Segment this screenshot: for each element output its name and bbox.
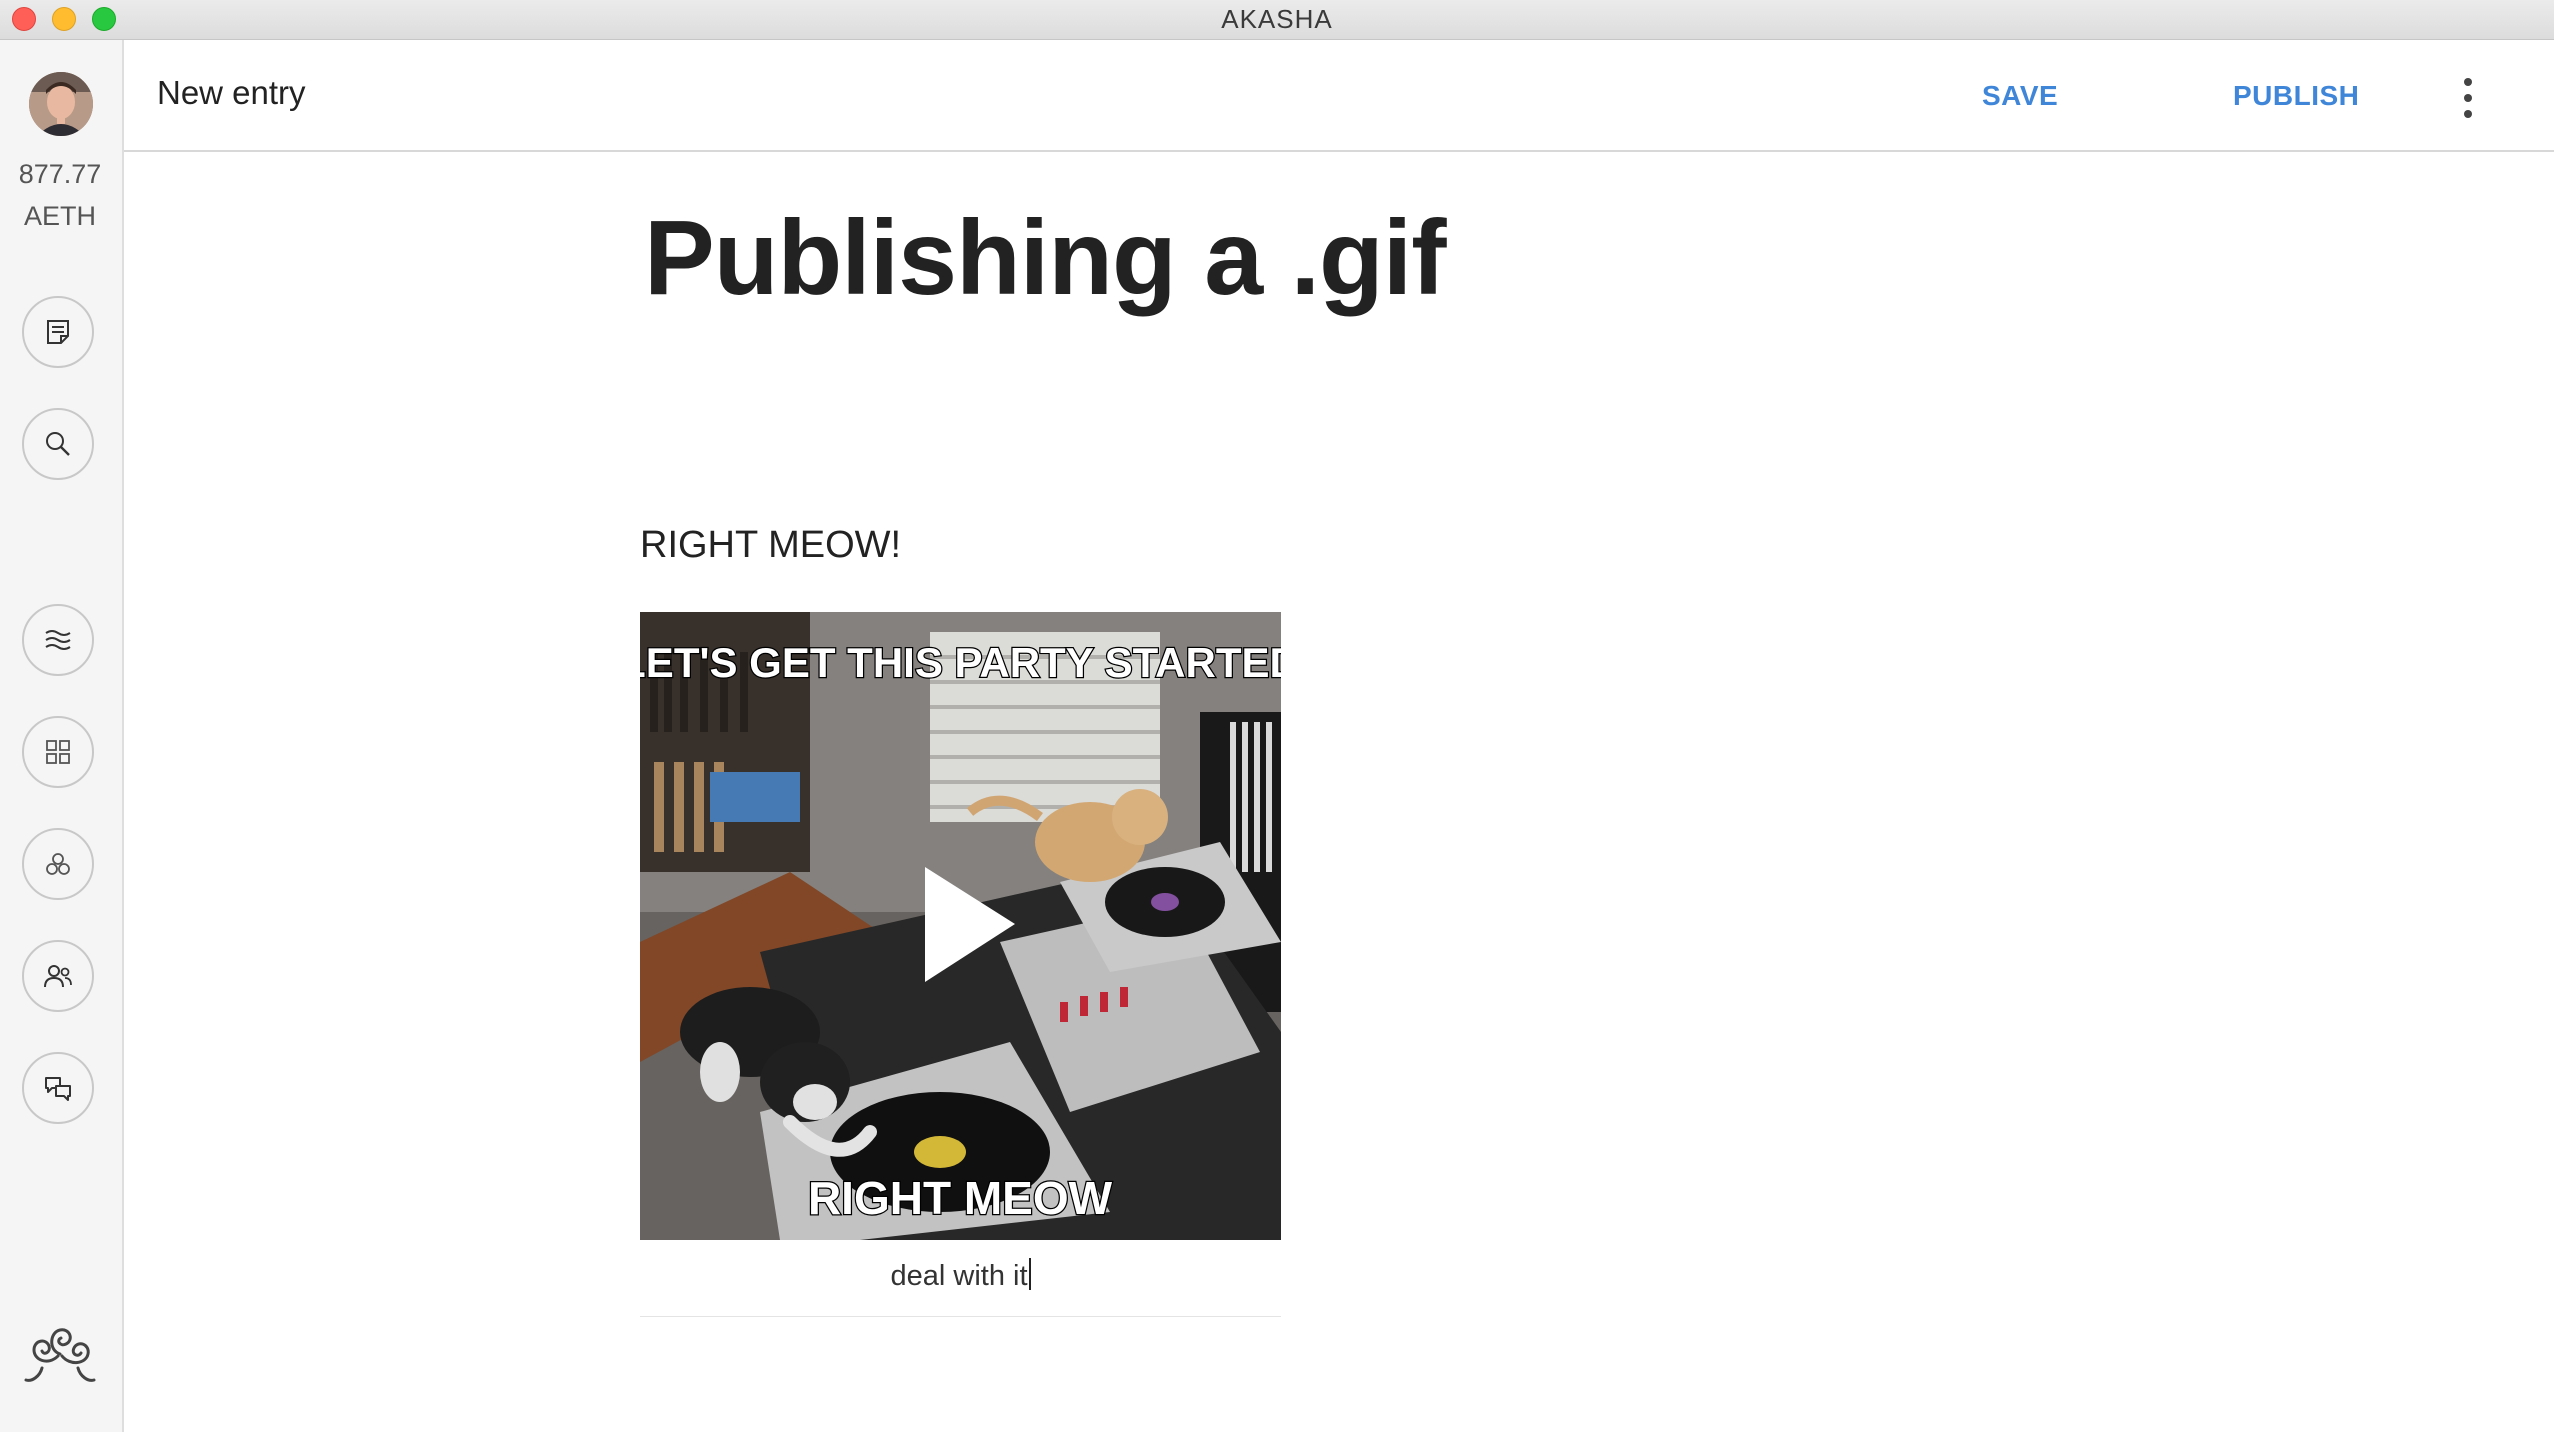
people-icon [44,965,72,988]
new-entry-icon [47,320,69,344]
grid-button[interactable] [22,716,94,788]
stream-button[interactable] [22,604,94,676]
gif-embed[interactable]: LET'S GET THIS PARTY STARTED RIGHT MEOW [640,612,1281,1240]
balance-unit: AETH [23,201,96,231]
more-vertical-icon[interactable] [2458,78,2478,118]
stream-icon [45,630,71,650]
akasha-logo-icon[interactable] [18,1310,102,1394]
grid-icon [46,740,70,764]
save-button[interactable]: SAVE [1982,80,2058,112]
meme-top-text: LET'S GET THIS PARTY STARTED [640,639,1281,686]
search-icon [46,432,70,456]
page-title: New entry [157,74,306,111]
entry-title-input[interactable]: Publishing a .gif [644,200,1447,317]
text-cursor [1028,1258,1031,1290]
window-title: AKASHA [1221,4,1333,34]
tags-button[interactable] [22,828,94,900]
image-caption-input[interactable]: deal with it [640,1258,1281,1293]
tags-icon [46,853,70,875]
caption-text: deal with it [890,1260,1028,1292]
chat-icon [45,1077,71,1101]
chat-button[interactable] [22,1052,94,1124]
people-button[interactable] [22,940,94,1012]
meme-bottom-text: RIGHT MEOW [808,1172,1113,1224]
balance-amount: 877.77 [18,159,102,189]
avatar[interactable] [29,72,93,136]
sidebar: 877.77 AETH [0,40,124,1432]
search-button[interactable] [22,408,94,480]
publish-button[interactable]: PUBLISH [2233,80,2359,112]
caption-divider [640,1316,1281,1317]
gif-image: LET'S GET THIS PARTY STARTED RIGHT MEOW [640,612,1281,1240]
avatar-photo-icon [29,72,93,136]
editor-header: New entry SAVE PUBLISH [124,40,2554,152]
window-titlebar: AKASHA [0,0,2554,40]
new-entry-button[interactable] [22,296,94,368]
entry-paragraph[interactable]: RIGHT MEOW! [640,524,901,567]
